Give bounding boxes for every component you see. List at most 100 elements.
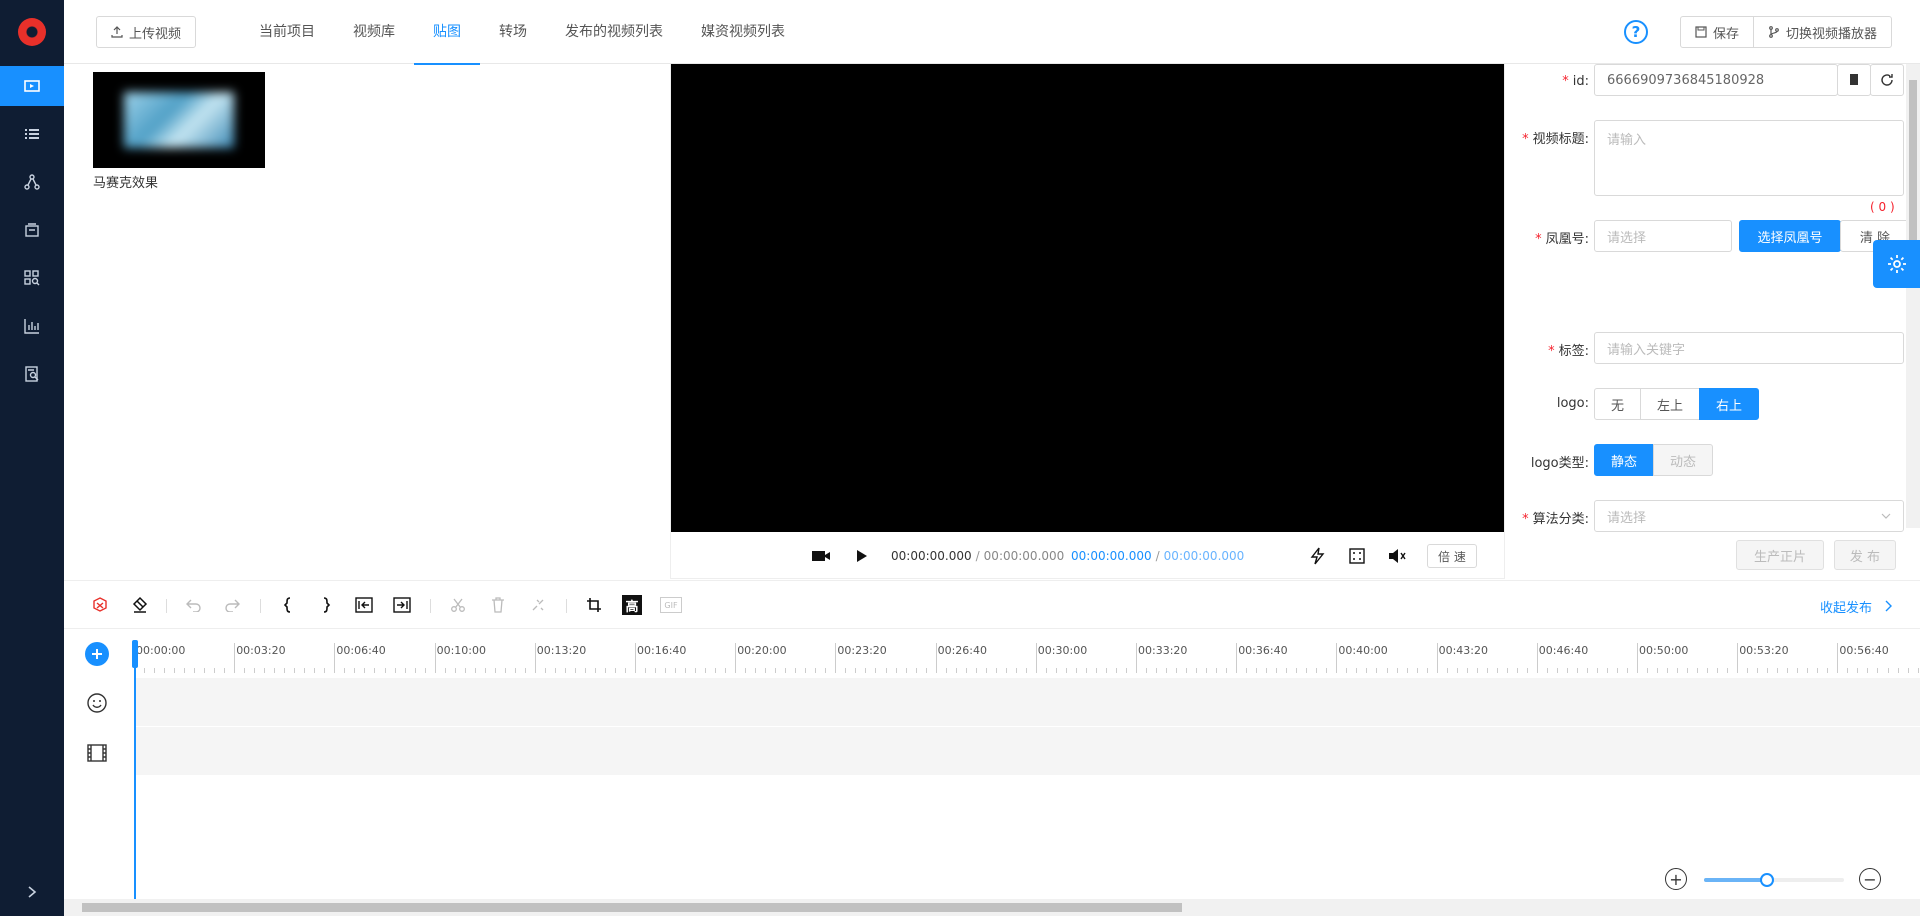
form-scrollbar[interactable] [1906,64,1920,528]
tab-stickers[interactable]: 贴图 [414,0,480,65]
ruler-major-tick [1436,643,1438,673]
sticker-track[interactable] [134,678,1920,726]
logo-option-top-right[interactable]: 右上 [1699,388,1760,420]
refresh-id-button[interactable] [1870,64,1904,96]
ruler-minor-tick [1226,668,1228,673]
ruler-tick-label: 00:46:40 [1538,644,1589,657]
logo-type-static[interactable]: 静态 [1594,444,1655,476]
ruler-minor-tick [594,668,596,673]
ruler-minor-tick [274,668,276,673]
split-audio-icon[interactable] [528,595,548,615]
ruler-minor-tick [574,668,576,673]
switch-player-label: 切换视频播放器 [1786,26,1878,42]
clear-style-icon[interactable] [130,595,150,615]
tab-video-library[interactable]: 视频库 [334,0,414,64]
fullscreen-grid-icon[interactable] [1347,546,1367,566]
zoom-slider[interactable] [1704,873,1844,887]
account-label: * 凤凰号: [1535,228,1589,247]
ruler-tick-label: 00:43:20 [1438,644,1488,657]
ruler-minor-tick [1176,668,1178,673]
ruler-minor-tick [675,668,677,673]
title-textarea[interactable]: 请输入 [1594,120,1904,196]
nav-grid-search-icon[interactable] [0,258,64,298]
ruler-minor-tick [194,668,196,673]
playhead[interactable] [132,640,138,900]
ruler-minor-tick [1396,668,1398,673]
ruler-minor-tick [624,668,626,673]
nav-video-edit-icon[interactable] [0,66,64,106]
remove-effect-icon[interactable] [90,595,110,615]
speed-button[interactable]: 倍 速 [1427,544,1477,568]
tab-published-videos[interactable]: 发布的视频列表 [546,0,682,64]
volume-icon[interactable] [1387,546,1407,566]
redo-icon[interactable] [222,595,242,615]
scissors-icon[interactable] [448,595,468,615]
ruler-minor-tick [775,668,777,673]
ruler-minor-tick [174,668,176,673]
logo-type-animated[interactable]: 动态 [1653,444,1714,476]
jump-to-start-icon[interactable] [354,595,374,615]
nav-doc-search-icon[interactable] [0,354,64,394]
algo-select[interactable]: 请选择 [1594,500,1904,532]
play-icon[interactable] [851,546,871,566]
ruler-minor-tick [1727,668,1729,673]
jump-to-end-icon[interactable] [392,595,412,615]
mark-out-icon[interactable] [316,595,336,615]
zoom-slider-handle[interactable] [1760,873,1774,887]
range-separator: / [1155,549,1160,563]
zoom-out-button[interactable]: − [1859,868,1881,890]
tab-current-project[interactable]: 当前项目 [240,0,334,64]
id-field[interactable]: 6666909736845180928 [1594,64,1838,96]
sticker-thumbnail[interactable] [93,72,265,168]
ruler-minor-tick [1707,668,1709,673]
ruler-minor-tick [1266,668,1268,673]
tab-media-videos[interactable]: 媒资视频列表 [682,0,804,64]
nav-list-icon[interactable] [0,114,64,154]
help-icon[interactable]: ? [1624,20,1648,44]
timeline-ruler[interactable]: 00:00:00 00:03:20 00:06:40 00:10:00 00:13:20… [134,629,1920,674]
ruler-tick-label: 00:33:20 [1138,644,1188,657]
ruler-minor-tick [1667,668,1669,673]
switch-player-button[interactable]: 切换视频播放器 [1753,16,1893,48]
delete-icon[interactable] [488,595,508,615]
zoom-in-button[interactable]: + [1665,868,1687,890]
ruler-major-tick [1737,643,1739,673]
ruler-minor-tick [1516,668,1518,673]
collapse-publish-link[interactable]: 收起发布 [1820,597,1893,616]
upload-video-button[interactable]: 上传视频 [96,16,197,48]
publish-button[interactable]: 发 布 [1834,540,1896,570]
account-select[interactable]: 请选择 [1594,220,1732,252]
nav-chart-icon[interactable] [0,306,64,346]
ruler-tick-label: 00:16:40 [637,644,687,657]
logo-option-none[interactable]: 无 [1594,388,1642,420]
nav-share-icon[interactable] [0,162,64,202]
settings-gear-icon[interactable] [1873,240,1920,288]
add-track-plus-icon[interactable] [85,642,109,666]
ruler-minor-tick [244,668,246,673]
produce-button[interactable]: 生产正片 [1736,540,1824,570]
timeline-scroll-thumb[interactable] [82,903,1182,912]
copy-id-button[interactable] [1837,64,1871,96]
camera-icon[interactable] [811,546,831,566]
select-account-button[interactable]: 选择凤凰号 [1739,220,1841,252]
tags-input[interactable]: 请输入关键字 [1594,332,1904,364]
save-button[interactable]: 保存 [1680,16,1755,48]
timeline-horizontal-scrollbar[interactable] [64,899,1920,916]
undo-icon[interactable] [184,595,204,615]
gif-icon[interactable]: GIF [660,597,682,613]
hd-icon[interactable]: 高 [622,595,642,615]
tab-transitions[interactable]: 转场 [480,0,546,64]
logo-option-top-left[interactable]: 左上 [1640,388,1701,420]
ruler-major-tick [1837,643,1839,673]
ruler-minor-tick [1406,668,1408,673]
collapse-publish-label: 收起发布 [1820,601,1873,616]
video-track[interactable] [134,727,1920,775]
flash-icon[interactable] [1307,546,1327,566]
mark-in-icon[interactable] [278,595,298,615]
nav-archive-icon[interactable] [0,210,64,250]
ruler-minor-tick [1206,668,1208,673]
crop-icon[interactable] [584,595,604,615]
id-label-text: id: [1572,74,1589,89]
expand-nav-chevron-icon[interactable] [0,868,64,916]
video-player[interactable] [671,64,1504,532]
